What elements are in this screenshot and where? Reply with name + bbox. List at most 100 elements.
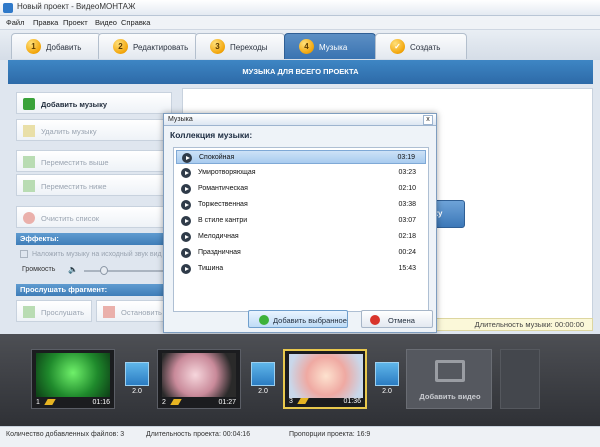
status-bar: Количество добавленных файлов: 3 Длитель… <box>0 426 600 447</box>
track-row[interactable]: Тишина 15:43 <box>176 262 426 276</box>
track-row[interactable]: Романтическая 02:10 <box>176 182 426 196</box>
volume-label: Громкость <box>22 266 56 273</box>
listen-button[interactable]: Прослушать <box>16 300 92 322</box>
track-time: 02:18 <box>398 233 416 240</box>
tab-music[interactable]: 4 Музыка <box>284 33 376 59</box>
pencil-icon[interactable] <box>44 399 56 405</box>
window-title: Новый проект - ВидеоМОНТАЖ <box>17 2 136 11</box>
clip-duration: 01:16 <box>92 399 110 406</box>
add-music-label: Добавить музыку <box>41 100 107 109</box>
transition-icon <box>251 362 275 386</box>
track-row[interactable]: Мелодичная 02:18 <box>176 230 426 244</box>
menu-video[interactable]: Видео <box>95 18 117 27</box>
play-icon[interactable] <box>181 264 191 274</box>
music-collection-dialog: Музыка x Коллекция музыки: Спокойная 03:1… <box>163 113 437 333</box>
track-name: Романтическая <box>198 185 248 192</box>
clear-list-label: Очистить список <box>41 214 100 223</box>
tab-music-label: Музыка <box>319 43 348 52</box>
transition[interactable]: 2.0 <box>249 362 277 402</box>
menu-edit[interactable]: Правка <box>33 18 58 27</box>
play-icon[interactable] <box>181 200 191 210</box>
steps-tabbar: 1 Добавить 2 Редактировать 3 Переходы 4 … <box>0 30 600 60</box>
menu-file[interactable]: Файл <box>6 18 24 27</box>
track-name: Тишина <box>198 265 224 272</box>
track-name: Торжественная <box>198 201 248 208</box>
add-selected-button[interactable]: Добавить выбранное <box>248 310 348 328</box>
step-1-icon: 1 <box>26 39 41 54</box>
cancel-icon <box>370 315 380 325</box>
pencil-icon[interactable] <box>170 399 182 405</box>
transition[interactable]: 2.0 <box>373 362 401 402</box>
delete-music-button[interactable]: Удалить музыку <box>16 119 172 141</box>
track-name: В стиле кантри <box>198 217 248 224</box>
clip-image <box>289 354 363 398</box>
clip-number: 3 <box>289 398 293 405</box>
track-row[interactable]: Праздничная 00:24 <box>176 246 426 260</box>
stop-icon <box>103 306 115 318</box>
listen-label: Прослушать <box>41 308 84 317</box>
overlay-checkbox-row[interactable]: Наложить музыку на исходный звук вид <box>20 250 162 258</box>
play-icon[interactable] <box>182 153 192 163</box>
tab-add-label: Добавить <box>46 43 82 52</box>
music-controls-panel: Добавить музыку Удалить музыку Перемести… <box>10 88 176 332</box>
track-row[interactable]: В стиле кантри 03:07 <box>176 214 426 228</box>
overlay-checkbox[interactable] <box>20 250 28 258</box>
track-row[interactable]: Спокойная 03:19 <box>176 150 426 164</box>
add-music-button[interactable]: Добавить музыку <box>16 92 172 114</box>
clear-icon <box>23 212 35 224</box>
play-icon <box>23 306 35 318</box>
track-row[interactable]: Умиротворяющая 03:23 <box>176 166 426 180</box>
dialog-title-bar: Музыка x <box>164 114 436 126</box>
volume-slider[interactable] <box>84 270 164 272</box>
play-icon[interactable] <box>181 248 191 258</box>
transition-icon <box>125 362 149 386</box>
menu-help[interactable]: Справка <box>121 18 150 27</box>
play-icon[interactable] <box>181 184 191 194</box>
move-up-button[interactable]: Переместить выше <box>16 150 172 172</box>
step-4-icon: 4 <box>299 39 314 54</box>
clear-list-button[interactable]: Очистить список <box>16 206 172 228</box>
track-time: 00:24 <box>398 249 416 256</box>
track-time: 03:19 <box>397 154 415 161</box>
clip-image <box>36 353 110 397</box>
speaker-icon: 🔈 <box>68 265 78 274</box>
clip-number: 2 <box>162 399 166 406</box>
add-video-slot[interactable]: Добавить видео <box>406 349 492 409</box>
tab-edit[interactable]: 2 Редактировать <box>98 33 198 59</box>
tab-create[interactable]: ✓ Создать <box>375 33 467 59</box>
cancel-button[interactable]: Отмена <box>361 310 433 328</box>
pencil-icon[interactable] <box>297 398 309 404</box>
menu-project[interactable]: Проект <box>63 18 88 27</box>
tab-create-label: Создать <box>410 43 441 52</box>
clip-duration: 01:27 <box>218 399 236 406</box>
stop-label: Остановить <box>121 308 162 317</box>
track-name: Спокойная <box>199 154 235 161</box>
transition-duration: 2.0 <box>258 388 268 395</box>
add-selected-label: Добавить выбранное <box>273 316 347 325</box>
track-row[interactable]: Торжественная 03:38 <box>176 198 426 212</box>
film-icon <box>435 360 465 382</box>
clip-image <box>162 353 236 397</box>
stop-button[interactable]: Остановить <box>96 300 172 322</box>
app-icon <box>3 3 13 13</box>
transition[interactable]: 2.0 <box>123 362 151 402</box>
tab-transitions[interactable]: 3 Переходы <box>195 33 285 59</box>
play-icon[interactable] <box>181 232 191 242</box>
clip-thumbnail[interactable]: 2 01:27 <box>157 349 241 409</box>
arrow-up-icon <box>23 156 35 168</box>
play-icon[interactable] <box>181 216 191 226</box>
title-bar: Новый проект - ВидеоМОНТАЖ <box>0 0 600 16</box>
close-icon[interactable]: x <box>423 115 433 125</box>
checkmark-icon <box>259 315 269 325</box>
tab-add[interactable]: 1 Добавить <box>11 33 101 59</box>
minus-icon <box>23 125 35 137</box>
clip-thumbnail[interactable]: 3 01:36 <box>283 349 367 409</box>
track-name: Мелодичная <box>198 233 239 240</box>
cancel-label: Отмена <box>388 316 415 325</box>
volume-slider-thumb[interactable] <box>100 266 108 275</box>
play-icon[interactable] <box>181 168 191 178</box>
clip-thumbnail[interactable]: 1 01:16 <box>31 349 115 409</box>
effects-header: Эффекты: <box>16 233 172 245</box>
move-down-button[interactable]: Переместить ниже <box>16 174 172 196</box>
add-video-label: Добавить видео <box>419 392 481 401</box>
